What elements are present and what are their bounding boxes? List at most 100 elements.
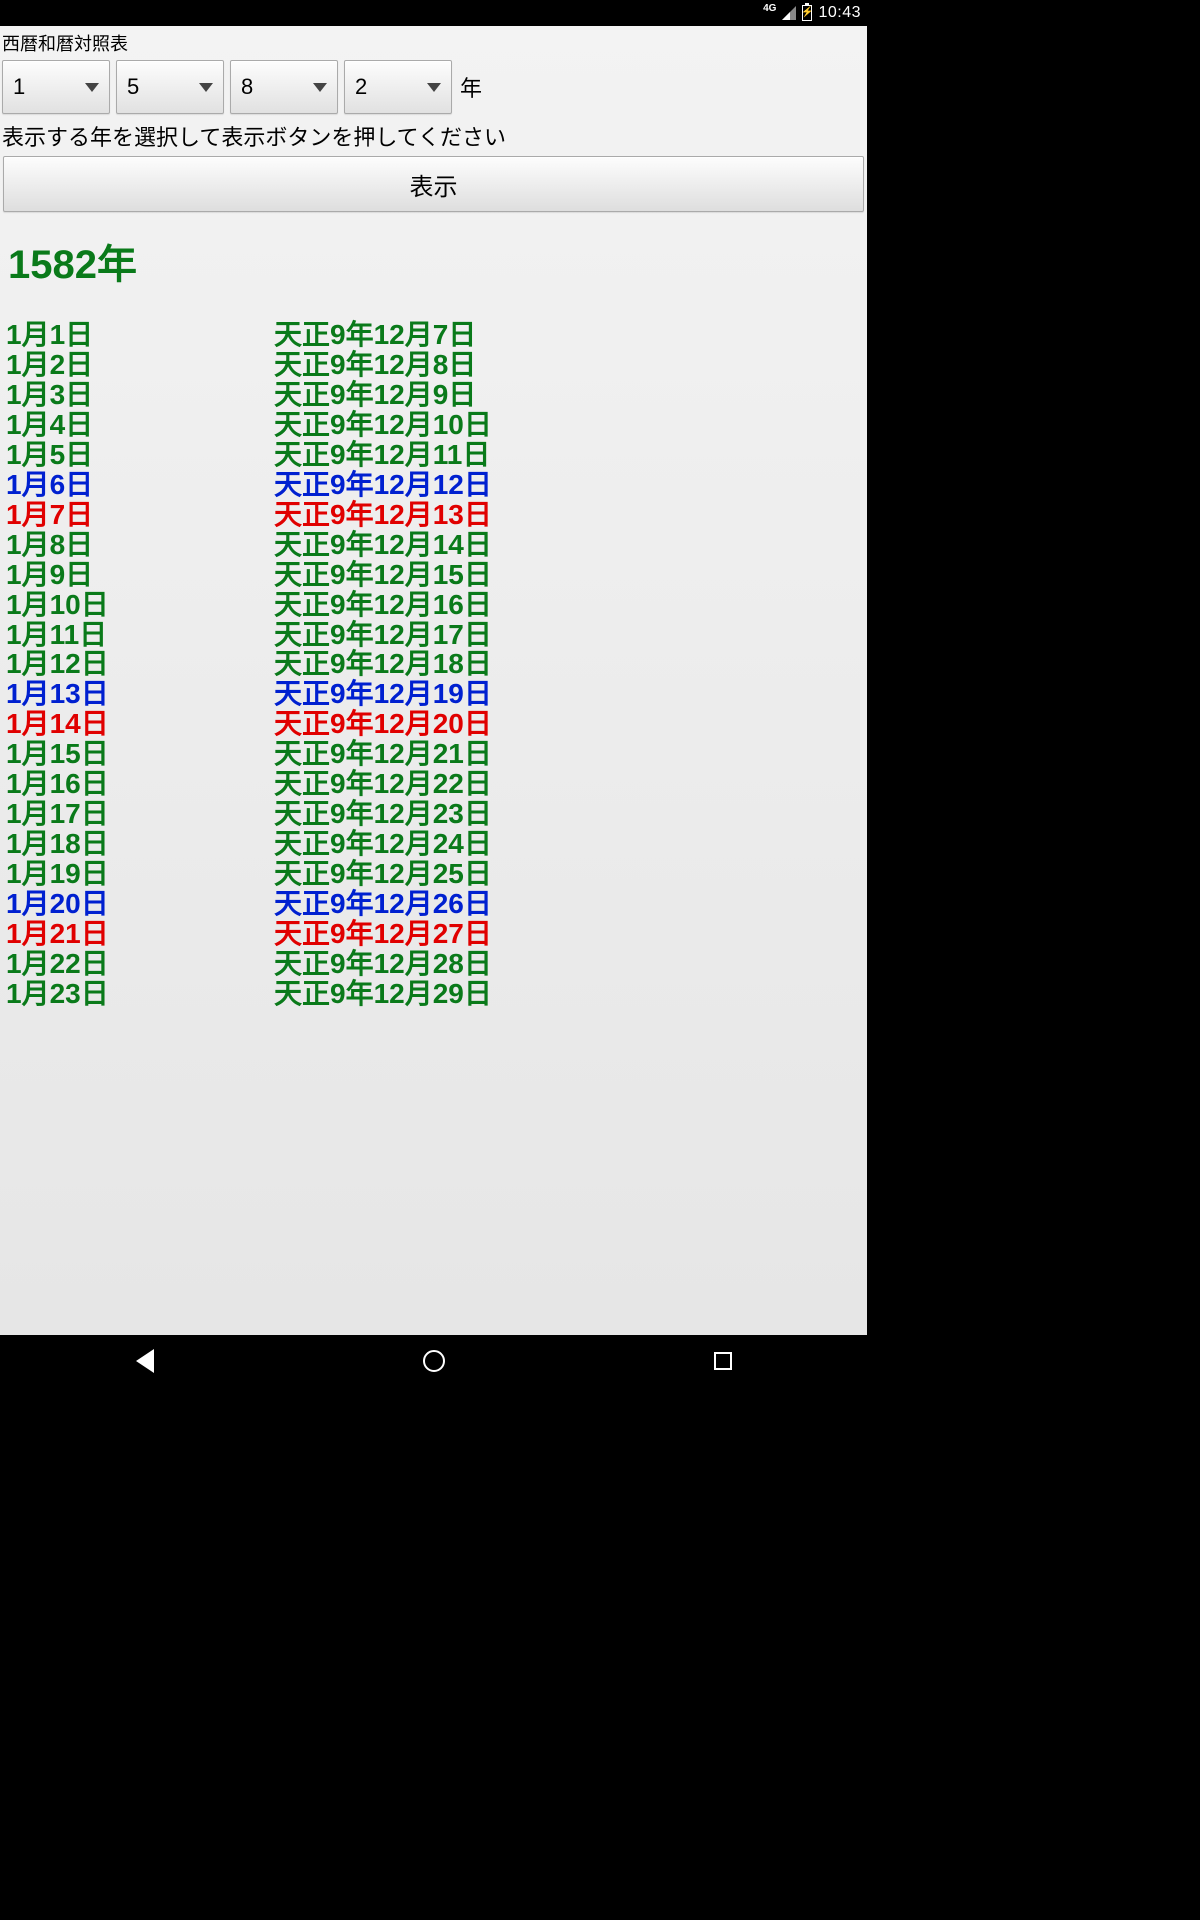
- table-row: 1月1日天正9年12月7日: [6, 320, 867, 350]
- gregorian-date: 1月15日: [6, 739, 274, 769]
- chevron-down-icon: [427, 83, 441, 92]
- digit-1-dropdown[interactable]: 1: [2, 60, 110, 114]
- recent-icon: [714, 1352, 732, 1370]
- japanese-date: 天正9年12月8日: [274, 350, 476, 380]
- gregorian-date: 1月3日: [6, 380, 274, 410]
- japanese-date: 天正9年12月19日: [274, 679, 492, 709]
- gregorian-date: 1月12日: [6, 649, 274, 679]
- battery-charging-icon: ⚡: [802, 5, 812, 21]
- chevron-down-icon: [313, 83, 327, 92]
- table-row: 1月15日天正9年12月21日: [6, 739, 867, 769]
- gregorian-date: 1月14日: [6, 709, 274, 739]
- signal-icon: [782, 6, 796, 20]
- table-row: 1月16日天正9年12月22日: [6, 769, 867, 799]
- japanese-date: 天正9年12月10日: [274, 410, 492, 440]
- digit-3-dropdown[interactable]: 8: [230, 60, 338, 114]
- japanese-date: 天正9年12月24日: [274, 829, 492, 859]
- gregorian-date: 1月6日: [6, 470, 274, 500]
- japanese-date: 天正9年12月17日: [274, 620, 492, 650]
- table-row: 1月6日天正9年12月12日: [6, 470, 867, 500]
- gregorian-date: 1月1日: [6, 320, 274, 350]
- table-row: 1月10日天正9年12月16日: [6, 590, 867, 620]
- home-icon: [423, 1350, 445, 1372]
- table-row: 1月22日天正9年12月28日: [6, 949, 867, 979]
- japanese-date: 天正9年12月16日: [274, 590, 492, 620]
- app-title: 西暦和暦対照表: [0, 26, 867, 58]
- japanese-date: 天正9年12月14日: [274, 530, 492, 560]
- year-picker-row: 1 5 8 2 年: [0, 58, 867, 120]
- japanese-date: 天正9年12月22日: [274, 769, 492, 799]
- digit-3-value: 8: [241, 74, 253, 100]
- table-row: 1月5日天正9年12月11日: [6, 440, 867, 470]
- japanese-date: 天正9年12月13日: [274, 500, 492, 530]
- table-row: 1月4日天正9年12月10日: [6, 410, 867, 440]
- home-button[interactable]: [404, 1341, 464, 1381]
- japanese-date: 天正9年12月9日: [274, 380, 476, 410]
- table-row: 1月12日天正9年12月18日: [6, 649, 867, 679]
- gregorian-date: 1月9日: [6, 560, 274, 590]
- status-bar: 4G ⚡ 10:43: [0, 0, 867, 26]
- table-row: 1月14日天正9年12月20日: [6, 709, 867, 739]
- japanese-date: 天正9年12月11日: [274, 440, 490, 470]
- gregorian-date: 1月23日: [6, 979, 274, 1009]
- table-row: 1月13日天正9年12月19日: [6, 679, 867, 709]
- table-row: 1月19日天正9年12月25日: [6, 859, 867, 889]
- japanese-date: 天正9年12月25日: [274, 859, 492, 889]
- table-row: 1月17日天正9年12月23日: [6, 799, 867, 829]
- gregorian-date: 1月7日: [6, 500, 274, 530]
- back-button[interactable]: [115, 1341, 175, 1381]
- table-row: 1月11日天正9年12月17日: [6, 620, 867, 650]
- gregorian-date: 1月2日: [6, 350, 274, 380]
- year-heading: 1582年: [0, 218, 867, 320]
- gregorian-date: 1月18日: [6, 829, 274, 859]
- gregorian-date: 1月4日: [6, 410, 274, 440]
- table-row: 1月2日天正9年12月8日: [6, 350, 867, 380]
- table-row: 1月18日天正9年12月24日: [6, 829, 867, 859]
- gregorian-date: 1月22日: [6, 949, 274, 979]
- date-table: 1月1日天正9年12月7日1月2日天正9年12月8日1月3日天正9年12月9日1…: [0, 320, 867, 1009]
- gregorian-date: 1月10日: [6, 590, 274, 620]
- back-icon: [136, 1349, 154, 1373]
- japanese-date: 天正9年12月12日: [274, 470, 492, 500]
- table-row: 1月8日天正9年12月14日: [6, 530, 867, 560]
- clock-label: 10:43: [818, 4, 861, 22]
- gregorian-date: 1月13日: [6, 679, 274, 709]
- chevron-down-icon: [85, 83, 99, 92]
- digit-2-value: 5: [127, 74, 139, 100]
- digit-4-dropdown[interactable]: 2: [344, 60, 452, 114]
- digit-2-dropdown[interactable]: 5: [116, 60, 224, 114]
- table-row: 1月21日天正9年12月27日: [6, 919, 867, 949]
- gregorian-date: 1月17日: [6, 799, 274, 829]
- table-row: 1月23日天正9年12月29日: [6, 979, 867, 1009]
- digit-4-value: 2: [355, 74, 367, 100]
- table-row: 1月20日天正9年12月26日: [6, 889, 867, 919]
- recent-button[interactable]: [693, 1341, 753, 1381]
- digit-1-value: 1: [13, 74, 25, 100]
- japanese-date: 天正9年12月21日: [274, 739, 492, 769]
- japanese-date: 天正9年12月20日: [274, 709, 492, 739]
- network-label: 4G: [763, 4, 776, 14]
- gregorian-date: 1月20日: [6, 889, 274, 919]
- gregorian-date: 1月11日: [6, 620, 274, 650]
- japanese-date: 天正9年12月28日: [274, 949, 492, 979]
- table-row: 1月9日天正9年12月15日: [6, 560, 867, 590]
- gregorian-date: 1月21日: [6, 919, 274, 949]
- gregorian-date: 1月19日: [6, 859, 274, 889]
- japanese-date: 天正9年12月18日: [274, 649, 492, 679]
- show-button[interactable]: 表示: [3, 156, 864, 212]
- hint-text: 表示する年を選択して表示ボタンを押してください: [0, 120, 867, 156]
- table-row: 1月3日天正9年12月9日: [6, 380, 867, 410]
- japanese-date: 天正9年12月23日: [274, 799, 492, 829]
- chevron-down-icon: [199, 83, 213, 92]
- show-button-label: 表示: [410, 167, 458, 202]
- japanese-date: 天正9年12月26日: [274, 889, 492, 919]
- japanese-date: 天正9年12月29日: [274, 979, 492, 1009]
- gregorian-date: 1月8日: [6, 530, 274, 560]
- app-content: 西暦和暦対照表 1 5 8 2 年 表示する年を選択して表示ボタンを押してくださ…: [0, 26, 867, 1335]
- nav-bar: [0, 1335, 867, 1387]
- japanese-date: 天正9年12月7日: [274, 320, 476, 350]
- gregorian-date: 1月5日: [6, 440, 274, 470]
- japanese-date: 天正9年12月27日: [274, 919, 492, 949]
- table-row: 1月7日天正9年12月13日: [6, 500, 867, 530]
- japanese-date: 天正9年12月15日: [274, 560, 492, 590]
